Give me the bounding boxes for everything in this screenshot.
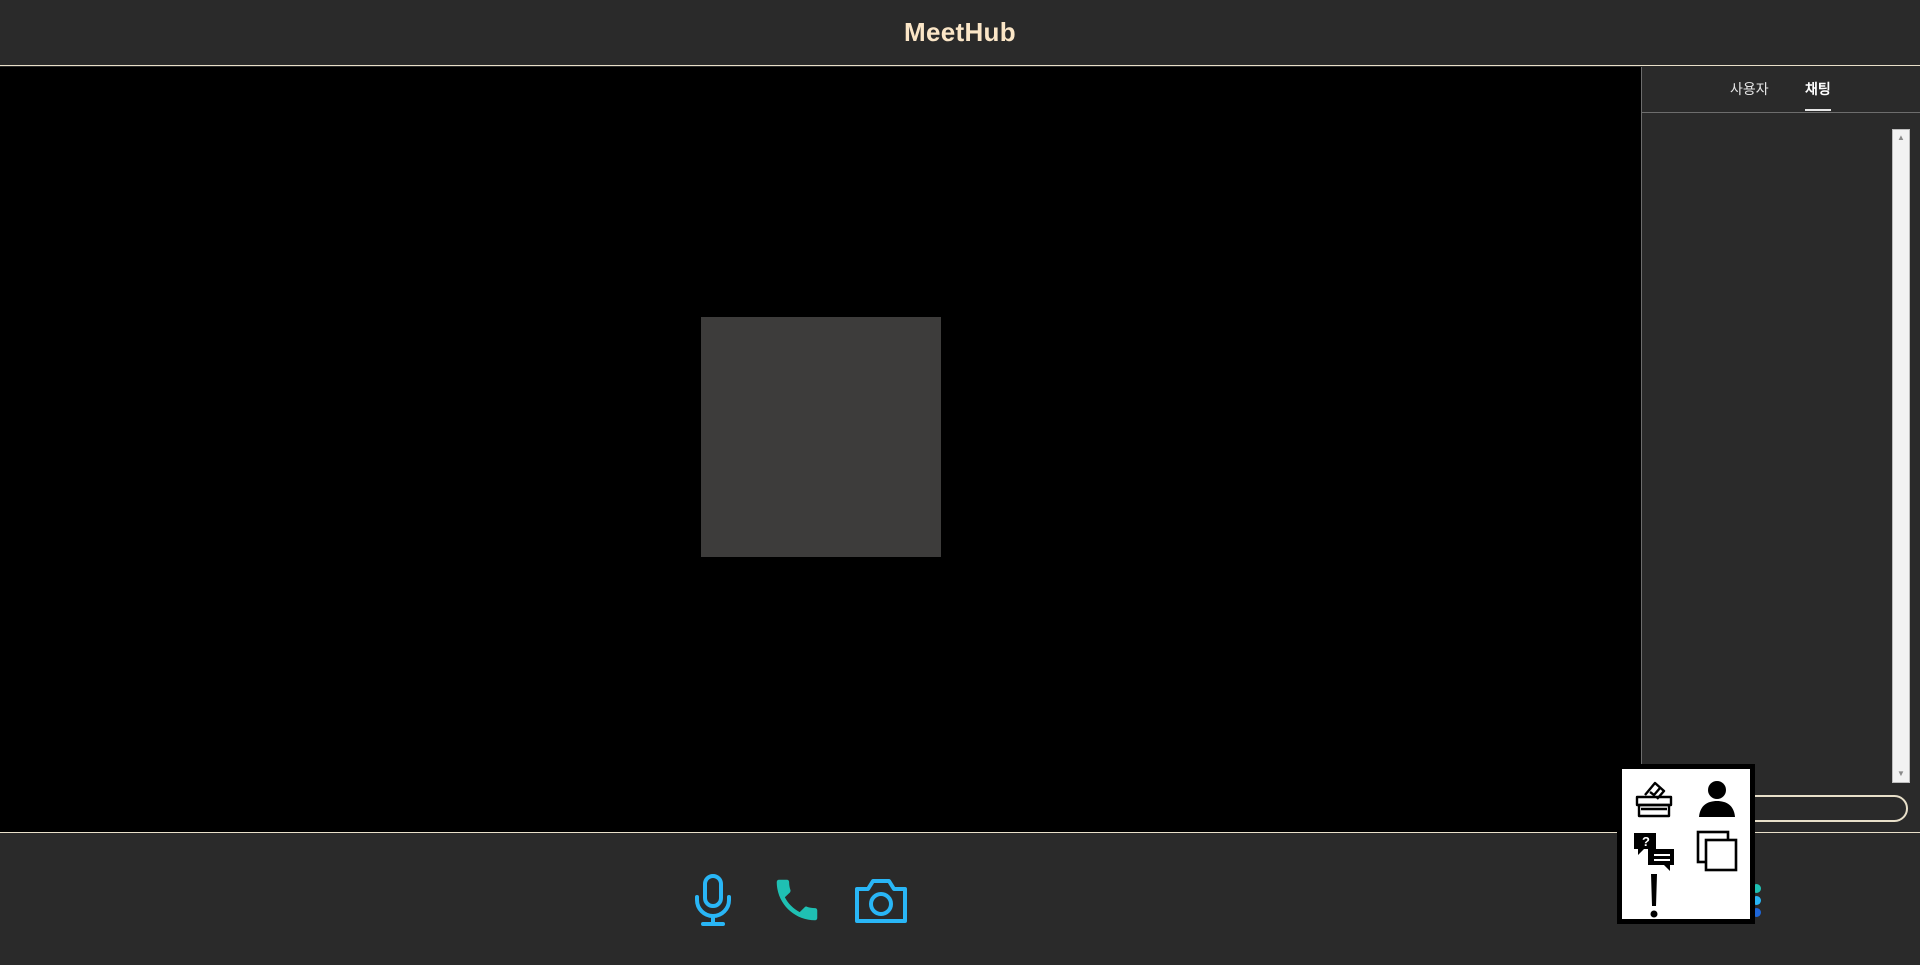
qna-chat-icon: ?	[1634, 833, 1674, 871]
alert-tool-button[interactable]	[1630, 872, 1678, 920]
side-tabs: 사용자 채팅	[1642, 67, 1920, 113]
qna-tool-button[interactable]: ?	[1630, 827, 1678, 875]
scroll-up-arrow-icon[interactable]: ▲	[1897, 134, 1905, 142]
scroll-down-arrow-icon[interactable]: ▼	[1897, 770, 1905, 778]
alert-icon	[1650, 874, 1658, 918]
header: MeetHub	[0, 0, 1920, 66]
svg-text:?: ?	[1642, 834, 1650, 849]
video-stage	[0, 67, 1641, 832]
mic-button[interactable]	[684, 871, 742, 929]
vote-tool-button[interactable]	[1630, 774, 1678, 822]
side-panel: 사용자 채팅 ▲ ▼	[1641, 67, 1920, 832]
video-tile[interactable]	[701, 317, 941, 557]
meeting-app: MeetHub 사용자 채팅 ▲ ▼ ?	[0, 0, 1920, 965]
tab-chat[interactable]: 채팅	[1805, 79, 1831, 111]
user-icon	[1699, 781, 1735, 817]
ballot-box-icon	[1635, 781, 1673, 818]
call-button[interactable]	[768, 871, 826, 929]
tab-users[interactable]: 사용자	[1730, 79, 1769, 109]
layers-icon	[1696, 830, 1738, 872]
camera-icon	[855, 879, 907, 923]
participant-tool-button[interactable]	[1693, 774, 1741, 822]
camera-button[interactable]	[852, 871, 910, 929]
microphone-icon	[695, 874, 731, 926]
phone-icon	[776, 879, 818, 921]
chat-scrollbar[interactable]: ▲ ▼	[1892, 129, 1910, 783]
screen-share-tool-button[interactable]	[1693, 827, 1741, 875]
app-title: MeetHub	[904, 17, 1016, 47]
tool-menu-popup: ?	[1617, 764, 1755, 924]
